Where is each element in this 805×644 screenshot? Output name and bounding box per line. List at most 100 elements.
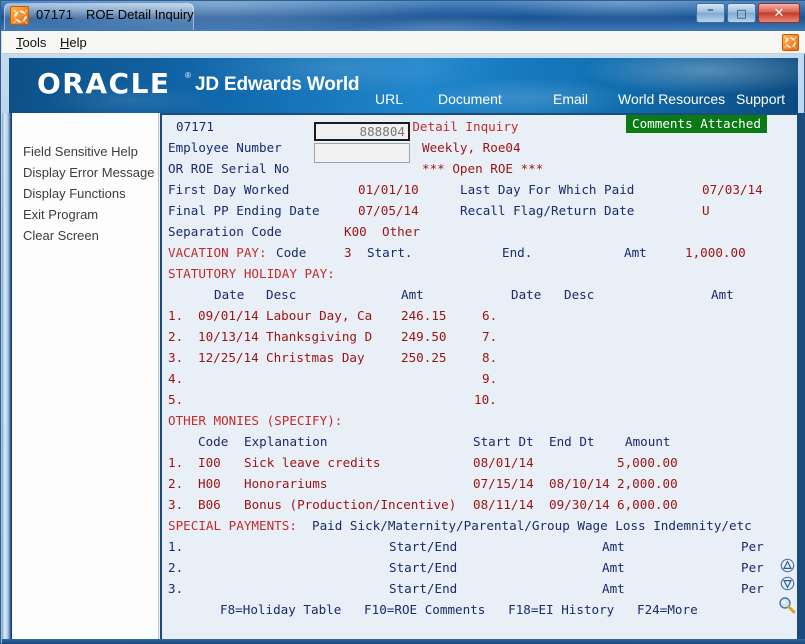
program-id: 07171 bbox=[176, 119, 214, 134]
separation-code-label: Separation Code bbox=[168, 224, 282, 239]
special-row-amt: Amt bbox=[602, 539, 625, 554]
roe-open-status: *** Open ROE *** bbox=[422, 161, 544, 176]
banner-link-url[interactable]: URL bbox=[375, 91, 403, 107]
vacation-start-label: Start. bbox=[367, 245, 413, 260]
employee-number-label: Employee Number bbox=[168, 140, 282, 155]
stat-row-num: 1. bbox=[168, 308, 184, 323]
stat-col-amt-right: Amt bbox=[711, 287, 734, 302]
last-day-paid-label: Last Day For Which Paid bbox=[460, 182, 635, 197]
vacation-amt-label: Amt bbox=[624, 245, 647, 260]
other-row-start: 08/01/14 bbox=[473, 455, 534, 470]
window-bottom-bevel bbox=[2, 639, 805, 644]
other-row-start: 07/15/14 bbox=[473, 476, 534, 491]
circle-up-arrow-icon[interactable] bbox=[780, 558, 795, 578]
separation-code-value: K00 bbox=[344, 224, 367, 239]
application-window: 07171 ROE Detail Inquiry – □ ✕ TToolsool… bbox=[0, 0, 805, 644]
menu-item-help[interactable]: HHelpelp bbox=[56, 34, 91, 51]
search-icon-bottom[interactable] bbox=[778, 596, 796, 619]
separation-code-desc: Other bbox=[382, 224, 420, 239]
last-day-paid-value: 07/03/14 bbox=[702, 182, 763, 197]
stat-row-date: 12/25/14 bbox=[198, 350, 259, 365]
close-icon: ✕ bbox=[773, 5, 785, 21]
window-left-rail bbox=[2, 113, 12, 644]
special-row-num: 1. bbox=[168, 539, 184, 554]
stat-col-date-left: Date bbox=[214, 287, 245, 302]
sidebar-item-clear-screen[interactable]: Clear Screen bbox=[23, 228, 99, 243]
other-row-expl: Honorariums bbox=[244, 476, 328, 491]
other-row-expl: Bonus (Production/Incentive) bbox=[244, 497, 457, 512]
stat-row-num: 10. bbox=[474, 392, 497, 407]
other-row-code: B06 bbox=[198, 497, 221, 512]
banner-link-email[interactable]: Email bbox=[553, 91, 588, 107]
menu-item-tools[interactable]: TToolsools bbox=[12, 34, 50, 51]
vacation-code-value: 3 bbox=[344, 245, 352, 260]
stat-row-amt: 250.25 bbox=[401, 350, 447, 365]
final-pp-ending-value: 07/05/14 bbox=[358, 203, 419, 218]
stat-row-desc: Labour Day, Ca bbox=[266, 308, 373, 323]
sidebar-item-exit-program[interactable]: Exit Program bbox=[23, 207, 98, 222]
status-badge-comments-attached: Comments Attached bbox=[626, 115, 767, 133]
other-row-amount: 2,000.00 bbox=[617, 476, 678, 491]
title-bar: 07171 ROE Detail Inquiry – □ ✕ bbox=[1, 1, 805, 31]
first-day-worked-label: First Day Worked bbox=[168, 182, 290, 197]
other-row-code: H00 bbox=[198, 476, 221, 491]
minimize-button[interactable]: – bbox=[696, 3, 725, 23]
recall-flag-label: Recall Flag/Return Date bbox=[460, 203, 635, 218]
other-col-start-dt: Start Dt bbox=[473, 434, 534, 449]
stat-col-amt-left: Amt bbox=[401, 287, 424, 302]
stat-row-num: 6. bbox=[482, 308, 498, 323]
other-col-amount: Amount bbox=[625, 434, 671, 449]
other-row-end: 09/30/14 bbox=[549, 497, 610, 512]
sidebar-item-display-functions[interactable]: Display Functions bbox=[23, 186, 126, 201]
stat-row-num: 7. bbox=[482, 329, 498, 344]
stat-row-num: 4. bbox=[168, 371, 184, 386]
stat-col-desc-left: Desc bbox=[266, 287, 297, 302]
special-row-startend: Start/End bbox=[389, 539, 458, 554]
stat-row-num: 3. bbox=[168, 350, 184, 365]
other-row-amount: 5,000.00 bbox=[617, 455, 678, 470]
sidebar: Field Sensitive Help Display Error Messa… bbox=[12, 113, 159, 644]
stat-row-amt: 246.15 bbox=[401, 308, 447, 323]
other-row-num: 2. bbox=[168, 476, 184, 491]
roe-serial-input[interactable] bbox=[314, 143, 410, 163]
oracle-logo: ORACLE bbox=[37, 67, 171, 100]
special-row-startend: Start/End bbox=[389, 581, 458, 596]
stat-col-date-right: Date bbox=[511, 287, 542, 302]
stat-row-amt: 249.50 bbox=[401, 329, 447, 344]
stat-row-num: 9. bbox=[482, 371, 498, 386]
close-button[interactable]: ✕ bbox=[758, 3, 800, 23]
other-col-code: Code bbox=[198, 434, 229, 449]
special-row-per: Per bbox=[741, 539, 764, 554]
other-row-expl: Sick leave credits bbox=[244, 455, 381, 470]
first-day-worked-value: 01/01/10 bbox=[358, 182, 419, 197]
sidebar-item-display-error-message[interactable]: Display Error Message bbox=[23, 165, 155, 180]
vacation-code-label: Code bbox=[276, 245, 307, 260]
body-area: Field Sensitive Help Display Error Messa… bbox=[2, 113, 805, 644]
banner-link-world-resources[interactable]: World Resources bbox=[618, 91, 725, 107]
banner-link-support[interactable]: Support bbox=[736, 91, 785, 107]
special-row-num: 3. bbox=[168, 581, 184, 596]
maximize-button[interactable]: □ bbox=[727, 3, 756, 23]
stat-row-date: 10/13/14 bbox=[198, 329, 259, 344]
circle-down-arrow-icon[interactable] bbox=[780, 576, 795, 596]
maximize-icon: □ bbox=[736, 6, 747, 20]
jde-pinwheel-icon-small[interactable] bbox=[782, 34, 799, 51]
minimize-icon: – bbox=[707, 2, 714, 18]
sidebar-item-field-sensitive-help[interactable]: Field Sensitive Help bbox=[23, 144, 138, 159]
employee-description: Weekly, Roe04 bbox=[422, 140, 521, 155]
final-pp-ending-label: Final PP Ending Date bbox=[168, 203, 320, 218]
window-app-id: 07171 bbox=[36, 7, 74, 22]
other-row-num: 1. bbox=[168, 455, 184, 470]
employee-number-input[interactable] bbox=[314, 122, 410, 141]
other-row-start: 08/11/14 bbox=[473, 497, 534, 512]
special-row-per: Per bbox=[741, 560, 764, 575]
other-monies-title: OTHER MONIES (SPECIFY): bbox=[168, 413, 343, 428]
registered-mark: ® bbox=[185, 71, 191, 80]
other-row-amount: 6,000.00 bbox=[617, 497, 678, 512]
banner-link-document[interactable]: Document bbox=[438, 91, 502, 107]
special-row-num: 2. bbox=[168, 560, 184, 575]
function-key-legend: F8=Holiday Table F10=ROE Comments F18=EI… bbox=[220, 602, 698, 617]
product-name: JD Edwards World bbox=[195, 74, 360, 95]
roe-serial-label: OR ROE Serial No bbox=[168, 161, 290, 176]
menu-bar: TToolsools HHelpelp bbox=[2, 31, 805, 54]
